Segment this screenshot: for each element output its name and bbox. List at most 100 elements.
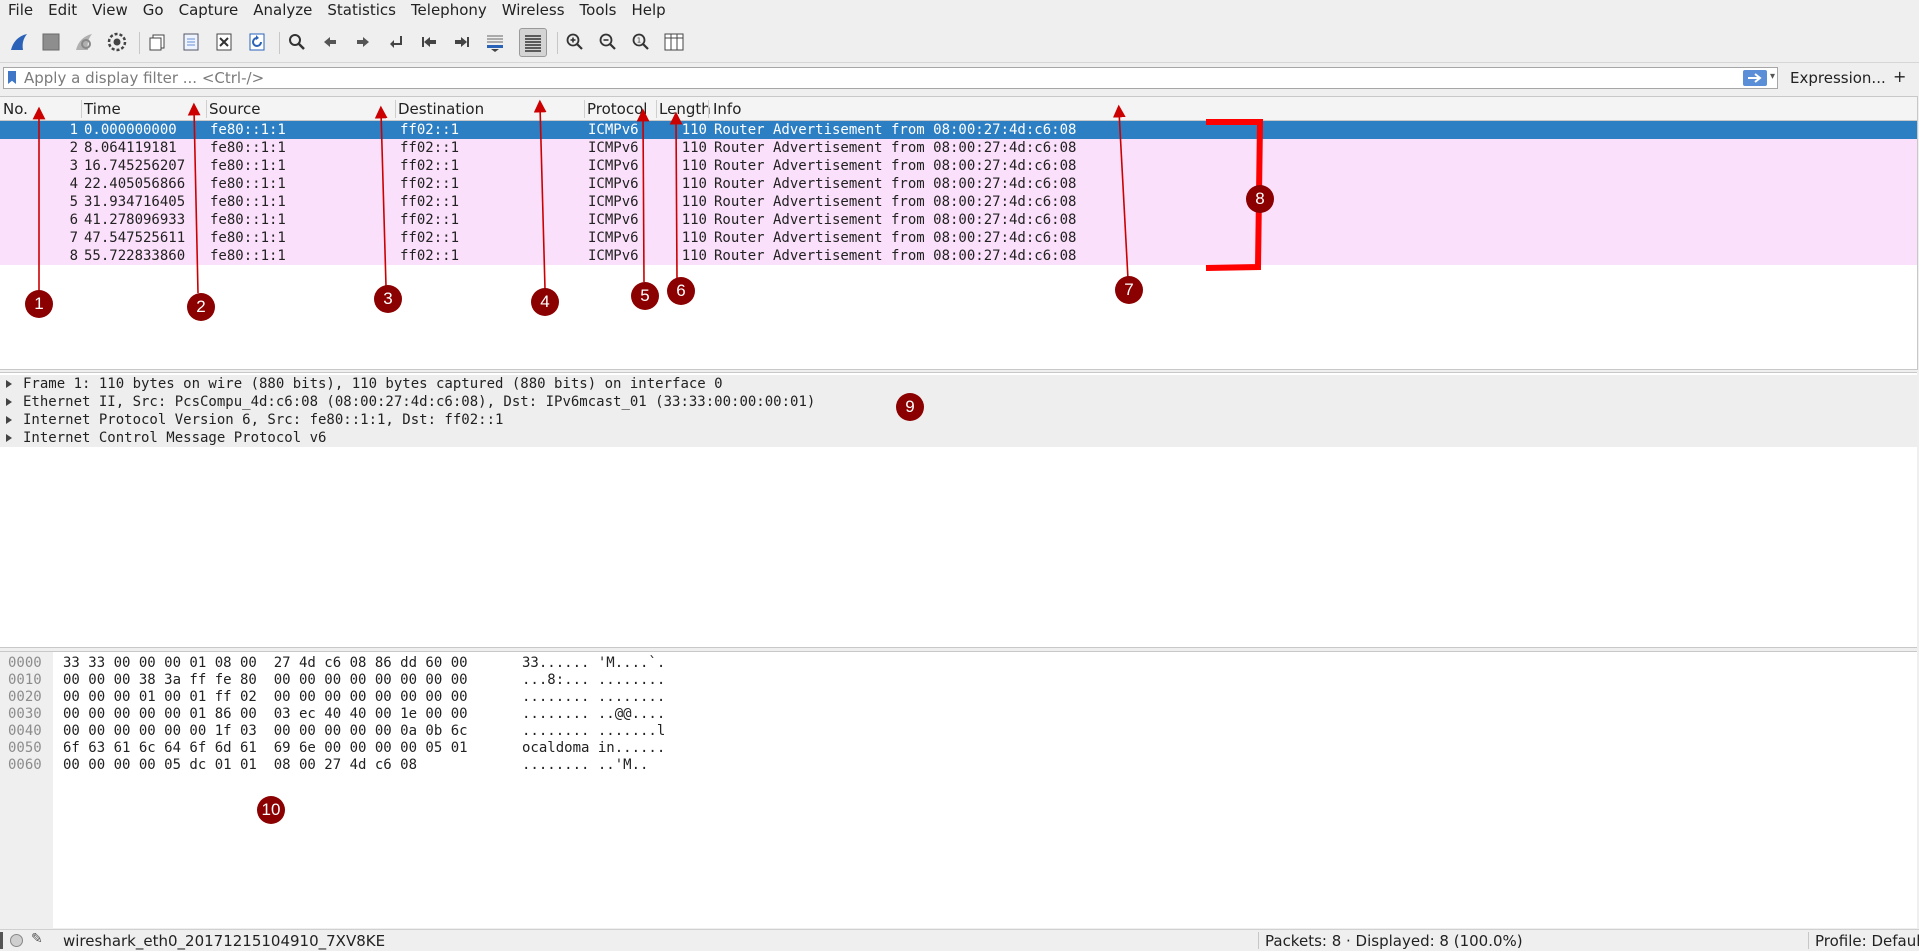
last-packet-icon[interactable]	[449, 29, 475, 55]
menu-wireless[interactable]: Wireless	[494, 0, 572, 20]
first-packet-icon[interactable]	[416, 29, 442, 55]
packet-row[interactable]: 4 22.405056866 fe80::1:1 ff02::1 ICMPv6 110 Ro…	[0, 175, 1917, 193]
go-forward-icon[interactable]	[350, 29, 376, 55]
detail-tree-item[interactable]: Ethernet II, Src: PcsCompu_4d:c6:08 (08:…	[0, 393, 1917, 411]
resize-columns-icon[interactable]	[661, 29, 687, 55]
detail-text: Ethernet II, Src: PcsCompu_4d:c6:08 (08:…	[23, 394, 816, 410]
go-to-packet-icon[interactable]	[383, 29, 409, 55]
byte-hex[interactable]: 6f 63 61 6c 64 6f 6d 61 69 6e 00 00 00 0…	[63, 740, 468, 757]
status-edge	[0, 932, 3, 949]
annotation-badge-1: 1	[25, 290, 53, 318]
normal-size-icon[interactable]: 1	[628, 29, 654, 55]
cell-time: 16.745256207	[84, 158, 186, 174]
save-file-icon[interactable]	[178, 29, 204, 55]
capture-comment-icon[interactable]: ✎	[31, 931, 43, 947]
menu-help[interactable]: Help	[623, 0, 672, 20]
byte-hex[interactable]: 33 33 00 00 00 01 08 00 27 4d c6 08 86 d…	[63, 655, 468, 672]
byte-ascii[interactable]: 33...... 'M....`.	[522, 655, 665, 672]
profile-label[interactable]: Profile: Default	[1815, 932, 1919, 950]
cell-destination: ff02::1	[400, 176, 460, 192]
bookmark-icon[interactable]	[8, 71, 16, 84]
cell-protocol: ICMPv6	[588, 158, 639, 174]
cell-source: fe80::1:1	[210, 158, 286, 174]
go-back-icon[interactable]	[317, 29, 343, 55]
packet-row[interactable]: 2 8.064119181 fe80::1:1 ff02::1 ICMPv6 110 Rou…	[0, 139, 1917, 157]
packet-row[interactable]: 5 31.934716405 fe80::1:1 ff02::1 ICMPv6 110 Ro…	[0, 193, 1917, 211]
filter-box: ▾	[3, 67, 1778, 89]
find-packet-icon[interactable]	[284, 29, 310, 55]
close-file-icon[interactable]	[211, 29, 237, 55]
annotation-badge-10: 10	[257, 796, 285, 824]
menu-analyze[interactable]: Analyze	[245, 0, 319, 20]
byte-ascii[interactable]: ...8:... ........	[522, 672, 665, 689]
column-length[interactable]: Length	[659, 100, 711, 118]
byte-hex[interactable]: 00 00 00 00 05 dc 01 01 08 00 27 4d c6 0…	[63, 757, 417, 774]
detail-tree-item[interactable]: Internet Control Message Protocol v6	[0, 429, 1917, 447]
column-info[interactable]: Info	[713, 100, 741, 118]
expert-info-icon[interactable]	[10, 934, 23, 947]
menu-edit[interactable]: Edit	[40, 0, 84, 20]
byte-ascii[interactable]: ........ ..@@....	[522, 706, 665, 723]
cell-length: 110	[681, 140, 707, 156]
apply-filter-icon[interactable]	[1743, 70, 1767, 86]
cell-destination: ff02::1	[400, 194, 460, 210]
expand-arrow-icon[interactable]	[6, 380, 12, 388]
display-filter-input[interactable]	[24, 69, 1724, 87]
cell-no: 6	[69, 212, 78, 228]
byte-hex[interactable]: 00 00 00 01 00 01 ff 02 00 00 00 00 00 0…	[63, 689, 468, 706]
expand-arrow-icon[interactable]	[6, 416, 12, 424]
packet-row[interactable]: 3 16.745256207 fe80::1:1 ff02::1 ICMPv6 110 Ro…	[0, 157, 1917, 175]
menu-statistics[interactable]: Statistics	[319, 0, 403, 20]
packet-row[interactable]: 6 41.278096933 fe80::1:1 ff02::1 ICMPv6 110 Ro…	[0, 211, 1917, 229]
expression-button[interactable]: Expression...	[1790, 69, 1886, 87]
open-file-icon[interactable]	[145, 29, 171, 55]
cell-destination: ff02::1	[400, 140, 460, 156]
byte-ascii[interactable]: ........ ..'M..	[522, 757, 648, 774]
column-source[interactable]: Source	[209, 100, 261, 118]
menu-go[interactable]: Go	[135, 0, 171, 20]
bytes-row: 0010 00 00 00 38 3a ff fe 80 00 00 00 00 …	[0, 672, 1917, 689]
byte-hex[interactable]: 00 00 00 00 00 01 86 00 03 ec 40 40 00 1…	[63, 706, 468, 723]
packet-row[interactable]: 1 0.000000000 fe80::1:1 ff02::1 ICMPv6 110 Rou…	[0, 121, 1917, 139]
restart-capture-icon[interactable]	[71, 29, 97, 55]
column-time[interactable]: Time	[84, 100, 121, 118]
expand-arrow-icon[interactable]	[6, 398, 12, 406]
cell-info: Router Advertisement from 08:00:27:4d:c6…	[714, 176, 1077, 192]
column-no[interactable]: No.	[3, 100, 28, 118]
reload-file-icon[interactable]	[244, 29, 270, 55]
packet-row[interactable]: 7 47.547525611 fe80::1:1 ff02::1 ICMPv6 110 Ro…	[0, 229, 1917, 247]
menu-tools[interactable]: Tools	[572, 0, 624, 20]
cell-destination: ff02::1	[400, 122, 460, 138]
column-protocol[interactable]: Protocol	[587, 100, 647, 118]
packet-bytes: 0000 33 33 00 00 00 01 08 00 27 4d c6 08 …	[0, 651, 1917, 928]
expand-arrow-icon[interactable]	[6, 434, 12, 442]
zoom-in-icon[interactable]	[562, 29, 588, 55]
shark-fin-start-icon[interactable]	[6, 29, 32, 55]
packet-row[interactable]: 8 55.722833860 fe80::1:1 ff02::1 ICMPv6 110 Ro…	[0, 247, 1917, 265]
stop-capture-icon[interactable]	[38, 29, 64, 55]
menu-view[interactable]: View	[84, 0, 135, 20]
detail-text: Frame 1: 110 bytes on wire (880 bits), 1…	[23, 376, 723, 392]
menu-telephony[interactable]: Telephony	[403, 0, 494, 20]
menu-capture[interactable]: Capture	[171, 0, 246, 20]
menu-file[interactable]: File	[0, 0, 40, 20]
autoscroll-icon[interactable]	[482, 29, 508, 55]
zoom-out-icon[interactable]	[595, 29, 621, 55]
colorize-icon[interactable]	[519, 28, 547, 57]
annotation-badge-7: 7	[1115, 276, 1143, 304]
byte-offset: 0050	[8, 740, 42, 756]
byte-ascii[interactable]: ocaldoma in......	[522, 740, 665, 757]
capture-options-icon[interactable]	[104, 29, 130, 55]
add-filter-button[interactable]: +	[1893, 67, 1906, 86]
detail-tree-item[interactable]: Internet Protocol Version 6, Src: fe80::…	[0, 411, 1917, 429]
cell-length: 110	[681, 194, 707, 210]
filter-dropdown-icon[interactable]: ▾	[1770, 71, 1775, 82]
packet-count: Packets: 8 · Displayed: 8 (100.0%)	[1265, 932, 1523, 950]
byte-hex[interactable]: 00 00 00 00 00 00 1f 03 00 00 00 00 00 0…	[63, 723, 468, 740]
detail-tree-item[interactable]: Frame 1: 110 bytes on wire (880 bits), 1…	[0, 375, 1917, 393]
byte-ascii[interactable]: ........ ........	[522, 689, 665, 706]
svg-text:1: 1	[637, 37, 641, 45]
byte-ascii[interactable]: ........ .......l	[522, 723, 665, 740]
byte-hex[interactable]: 00 00 00 38 3a ff fe 80 00 00 00 00 00 0…	[63, 672, 468, 689]
column-destination[interactable]: Destination	[398, 100, 484, 118]
